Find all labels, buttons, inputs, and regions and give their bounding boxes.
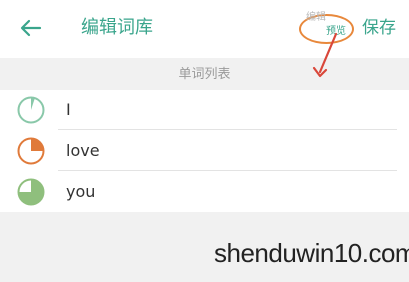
word-list: I love you	[0, 90, 409, 212]
toggle-edit-label: 编辑	[306, 12, 326, 23]
progress-pie-icon	[17, 96, 45, 124]
progress-pie-icon	[17, 137, 45, 165]
word-text: love	[66, 141, 100, 160]
list-item[interactable]: you	[0, 172, 409, 212]
word-text: you	[66, 182, 96, 201]
progress-pie-icon	[17, 178, 45, 206]
list-item[interactable]: I	[0, 90, 409, 130]
back-arrow-icon	[20, 19, 42, 37]
page-title: 编辑词库	[81, 17, 153, 38]
section-header: 单词列表	[178, 67, 231, 82]
watermark: shenduwin10.com	[214, 238, 409, 268]
word-text: I	[66, 100, 71, 119]
save-button[interactable]: 保存	[362, 16, 396, 40]
back-button[interactable]	[14, 12, 48, 44]
row-divider	[58, 170, 397, 171]
list-item[interactable]: love	[0, 131, 409, 171]
row-divider	[58, 129, 397, 130]
